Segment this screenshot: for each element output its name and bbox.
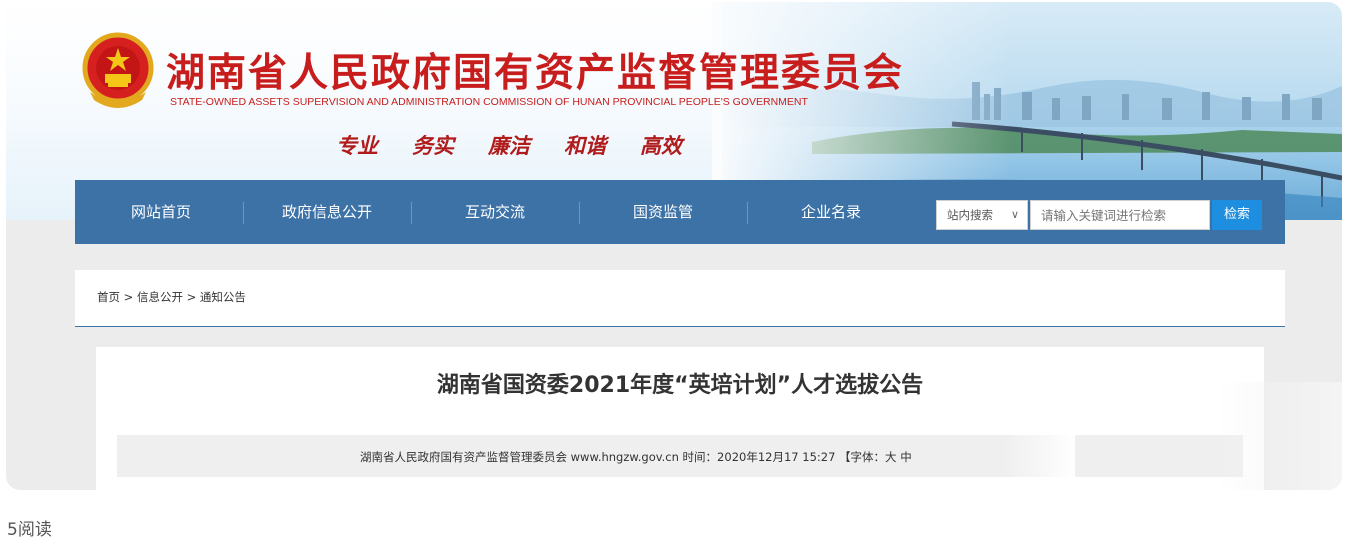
slogan-item: 高效 <box>640 133 682 158</box>
meta-fade <box>955 435 1075 477</box>
nav-item-gov-info[interactable]: 政府信息公开 <box>243 180 411 244</box>
site-title: 湖南省人民政府国有资产监督管理委员会 <box>166 50 905 96</box>
nav-item-enterprises[interactable]: 企业名录 <box>747 180 915 244</box>
slogan-item: 和谐 <box>564 133 606 158</box>
slogan-item: 务实 <box>412 133 454 158</box>
main-nav: 网站首页 政府信息公开 互动交流 国资监管 企业名录 站内搜索 ∨ 检索 <box>75 180 1285 244</box>
edge-fade <box>1216 382 1342 490</box>
chevron-down-icon: ∨ <box>1010 208 1019 221</box>
search-button[interactable]: 检索 <box>1212 200 1262 230</box>
article-meta: 湖南省人民政府国有资产监督管理委员会 www.hngzw.gov.cn 时间：2… <box>360 450 912 464</box>
article-panel: 湖南省国资委2021年度“英培计划”人才选拔公告 湖南省人民政府国有资产监督管理… <box>96 347 1264 490</box>
nav-item-interaction[interactable]: 互动交流 <box>411 180 579 244</box>
search-scope-value: 站内搜索 <box>947 208 993 222</box>
article-meta-bar: 湖南省人民政府国有资产监督管理委员会 www.hngzw.gov.cn 时间：2… <box>117 435 1243 477</box>
breadcrumb-panel: 首页 > 信息公开 > 通知公告 <box>75 270 1285 327</box>
search-scope-select[interactable]: 站内搜索 ∨ <box>936 200 1028 230</box>
screenshot-frame: 湖南省人民政府国有资产监督管理委员会 STATE-OWNED ASSETS SU… <box>6 2 1342 490</box>
read-count: 5阅读 <box>7 520 52 540</box>
article-title: 湖南省国资委2021年度“英培计划”人才选拔公告 <box>436 373 924 398</box>
nav-item-supervision[interactable]: 国资监管 <box>579 180 747 244</box>
breadcrumb[interactable]: 首页 > 信息公开 > 通知公告 <box>97 289 246 305</box>
slogan: 专业 务实 廉洁 和谐 高效 <box>336 130 682 160</box>
search-input[interactable] <box>1030 200 1210 230</box>
site-title-english: STATE-OWNED ASSETS SUPERVISION AND ADMIN… <box>170 96 808 108</box>
slogan-item: 廉洁 <box>488 133 530 158</box>
national-emblem-icon <box>80 30 156 110</box>
slogan-item: 专业 <box>336 133 378 158</box>
nav-item-home[interactable]: 网站首页 <box>87 180 235 244</box>
